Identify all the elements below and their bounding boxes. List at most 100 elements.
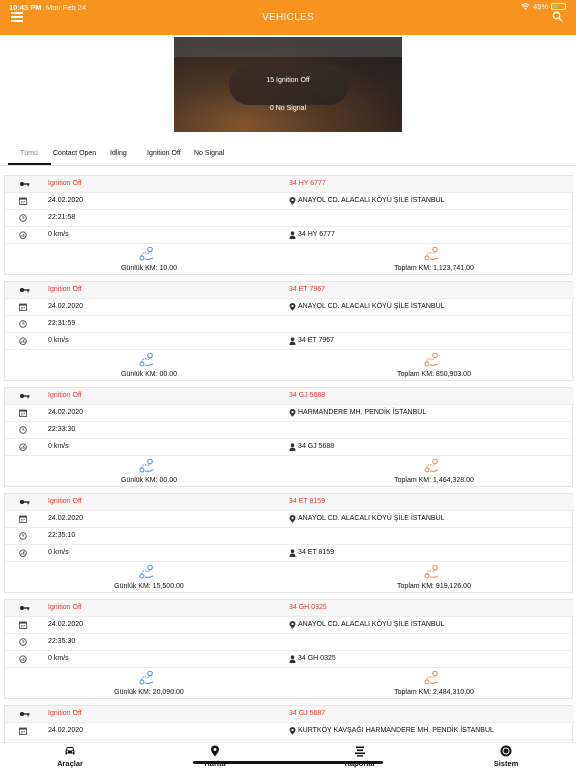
vehicle-driver: 34 ET 8159 bbox=[298, 549, 335, 556]
vehicle-plate[interactable]: 34 ET 8159 bbox=[289, 498, 325, 505]
key-icon bbox=[20, 712, 30, 717]
total-route-icon bbox=[424, 352, 439, 367]
time-row: 22:33:30 bbox=[5, 422, 574, 439]
vehicle-status: Ignition Off bbox=[48, 392, 82, 399]
tab-bar-raporlar[interactable]: Raporlar bbox=[330, 745, 390, 768]
card-header-row: Ignition Off 34 GH 0325 bbox=[5, 600, 574, 617]
calendar-icon bbox=[19, 303, 27, 311]
system-icon bbox=[500, 745, 512, 757]
vehicle-plate[interactable]: 34 GJ 5688 bbox=[289, 392, 325, 399]
vehicle-address: HARMANDERE MH. PENDİK İSTANBUL bbox=[298, 409, 427, 416]
vehicle-driver: 34 GH 0325 bbox=[298, 655, 336, 662]
location-pin-icon bbox=[289, 409, 296, 417]
km-summary: Günlük KM: 20,090.00 Toplam KM: 2,484,310… bbox=[5, 668, 574, 700]
vehicle-list[interactable]: Ignition Off 34 HY 6777 24.02.2020 ANAYOL C… bbox=[0, 175, 576, 742]
total-route-icon bbox=[424, 458, 439, 473]
vehicle-plate[interactable]: 34 ET 7967 bbox=[289, 286, 325, 293]
vehicle-date: 24.02.2020 bbox=[48, 727, 84, 734]
tab-ignition-off[interactable]: Ignition Off bbox=[147, 150, 181, 157]
vehicle-time: 22:31:59 bbox=[48, 320, 76, 327]
reports-icon bbox=[355, 746, 365, 757]
card-header-row: Ignition Off 34 ET 7967 bbox=[5, 282, 574, 299]
active-tab-indicator bbox=[8, 163, 51, 165]
tab-bar-label: Sistem bbox=[493, 759, 519, 768]
calendar-icon bbox=[19, 515, 27, 523]
speedometer-icon bbox=[19, 549, 27, 557]
vehicle-card[interactable]: Ignition Off 34 HY 6777 24.02.2020 ANAYOL C… bbox=[4, 175, 574, 275]
speed-driver-row: 0 km/s 34 ET 7967 bbox=[5, 333, 574, 350]
vehicle-address: ANAYOL CD. ALACALI KÖYÜ ŞİLE İSTANBUL bbox=[298, 515, 445, 522]
km-summary: Günlük KM: 00.00 Toplam KM: 850,903.00 bbox=[5, 350, 574, 382]
no-signal-count: 0 No Signal bbox=[269, 105, 307, 112]
speedometer-icon bbox=[19, 655, 27, 663]
tab-contact-open[interactable]: Contact Open bbox=[53, 150, 96, 157]
vehicle-address: ANAYOL CD. ALACALI KÖYÜ ŞİLE İSTANBUL bbox=[298, 197, 445, 204]
date-address-row: 24.02.2020 ANAYOL CD. ALACALI KÖYÜ ŞİLE İ… bbox=[5, 617, 574, 634]
vehicle-status: Ignition Off bbox=[48, 286, 82, 293]
location-pin-icon bbox=[289, 621, 296, 629]
time-row: 22:35:30 bbox=[5, 634, 574, 651]
key-icon bbox=[20, 394, 30, 399]
clock-icon bbox=[19, 638, 27, 646]
vehicle-date: 24.02.2020 bbox=[48, 515, 84, 522]
clock-icon bbox=[19, 426, 27, 434]
summary-banner: 15 Ignition Off 0 No Signal bbox=[174, 37, 402, 132]
location-pin-icon bbox=[289, 515, 296, 523]
date-address-row: 24.02.2020 HARMANDERE MH. PENDİK İSTANBUL bbox=[5, 405, 574, 422]
daily-route-icon bbox=[139, 670, 154, 685]
app-root: 10:43 PM Mon Feb 24 45% VEHICLES 15 Igni… bbox=[0, 0, 576, 768]
vehicle-time: 22:33:30 bbox=[48, 426, 76, 433]
daily-km: Günlük KM: 00.00 bbox=[120, 371, 178, 378]
tab-bar-sistem[interactable]: Sistem bbox=[476, 745, 536, 768]
card-header-row: Ignition Off 34 ET 8159 bbox=[5, 494, 574, 511]
calendar-icon bbox=[19, 621, 27, 629]
vehicle-status: Ignition Off bbox=[48, 498, 82, 505]
total-route-icon bbox=[424, 670, 439, 685]
daily-route-icon bbox=[139, 458, 154, 473]
total-km: Toplam KM: 1,123,741.00 bbox=[394, 265, 474, 272]
vehicle-speed: 0 km/s bbox=[48, 655, 69, 662]
vehicle-plate[interactable]: 34 GH 0325 bbox=[289, 604, 327, 611]
status-time: 10:43 PM bbox=[9, 3, 42, 12]
daily-route-icon bbox=[139, 564, 154, 579]
tab-bar-harita[interactable]: Harita bbox=[185, 745, 245, 768]
vehicle-date: 24.02.2020 bbox=[48, 303, 84, 310]
daily-km: Günlük KM: 10.00 bbox=[120, 265, 178, 272]
vehicle-plate[interactable]: 34 HY 6777 bbox=[289, 180, 326, 187]
vehicle-card[interactable]: Ignition Off 34 ET 7967 24.02.2020 ANAYOL C… bbox=[4, 281, 574, 382]
total-km: Toplam KM: 1,464,328.00 bbox=[394, 477, 474, 484]
clock-icon bbox=[19, 320, 27, 328]
card-header-row: Ignition Off 34 GJ 5688 bbox=[5, 388, 574, 405]
driver-icon bbox=[289, 655, 296, 663]
filter-tabs: Tümü Contact Open Idling Ignition Off No… bbox=[0, 146, 576, 166]
vehicle-card[interactable]: Ignition Off 34 GJ 5687 24.02.2020 KURTKÖY … bbox=[4, 705, 574, 742]
search-icon[interactable] bbox=[552, 11, 563, 22]
speed-driver-row: 0 km/s 34 GJ 5688 bbox=[5, 439, 574, 456]
car-icon bbox=[65, 747, 75, 755]
vehicle-driver: 34 ET 7967 bbox=[298, 337, 335, 344]
tab-bar-label: Araçlar bbox=[57, 759, 83, 768]
vehicle-plate[interactable]: 34 GJ 5687 bbox=[289, 710, 325, 717]
wifi-icon bbox=[521, 3, 530, 10]
vehicle-address: KURTKÖY KAVŞAĞI HARMANDERE MH. PENDİK İS… bbox=[298, 727, 494, 734]
tab-idling[interactable]: Idling bbox=[110, 150, 127, 157]
vehicle-card[interactable]: Ignition Off 34 GH 0325 24.02.2020 ANAYOL C… bbox=[4, 599, 574, 700]
date-address-row: 24.02.2020 ANAYOL CD. ALACALI KÖYÜ ŞİLE İ… bbox=[5, 193, 574, 210]
time-row: 22:31:59 bbox=[5, 316, 574, 333]
daily-km: Günlük KM: 15,500.00 bbox=[114, 583, 184, 590]
tab-no-signal[interactable]: No Signal bbox=[194, 150, 224, 157]
vehicle-speed: 0 km/s bbox=[48, 443, 69, 450]
time-row: 22:35:10 bbox=[5, 528, 574, 545]
vehicle-time: 22:35:10 bbox=[48, 532, 76, 539]
tab-bar-araclar[interactable]: Araçlar bbox=[40, 745, 100, 768]
driver-icon bbox=[289, 443, 296, 451]
vehicle-date: 24.02.2020 bbox=[48, 621, 84, 628]
vehicle-card[interactable]: Ignition Off 34 ET 8159 24.02.2020 ANAYOL C… bbox=[4, 493, 574, 593]
vehicle-address: ANAYOL CD. ALACALI KÖYÜ ŞİLE İSTANBUL bbox=[298, 621, 445, 628]
driver-icon bbox=[289, 231, 296, 239]
tab-all[interactable]: Tümü bbox=[20, 150, 38, 157]
daily-route-icon bbox=[139, 246, 154, 261]
battery-level bbox=[553, 5, 558, 8]
vehicle-card[interactable]: Ignition Off 34 GJ 5688 24.02.2020 HARMANDE… bbox=[4, 387, 574, 487]
vehicle-status: Ignition Off bbox=[48, 710, 82, 717]
